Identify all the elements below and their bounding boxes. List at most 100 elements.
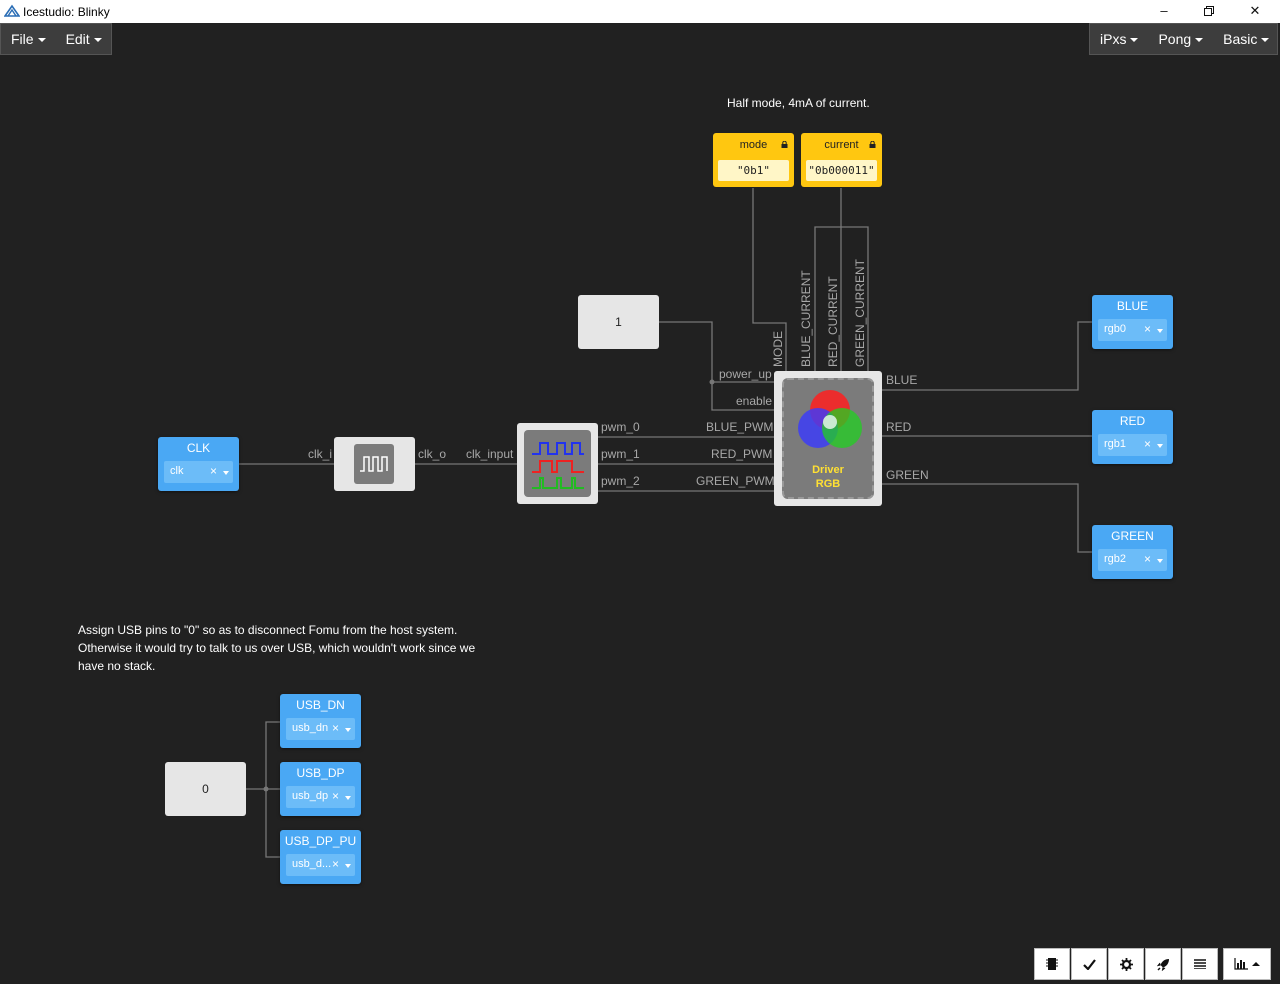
main-menu: File Edit [0, 23, 112, 55]
block-driver-rgb[interactable]: Driver RGB [774, 371, 882, 506]
input-clk-pin-select[interactable]: clk × [164, 461, 233, 483]
clear-icon[interactable]: × [1144, 322, 1151, 336]
caret-down-icon [1195, 38, 1204, 43]
port-power-up-label: power_up [719, 367, 772, 381]
menu-file[interactable]: File [1, 24, 56, 54]
port-green-current-label: GREEN_CURRENT [853, 258, 867, 367]
output-usb-dn-pin-select[interactable]: usb_dn × [286, 718, 355, 740]
output-red-pin-select[interactable]: rgb1 × [1098, 434, 1167, 456]
menu-basic[interactable]: Basic [1213, 24, 1279, 54]
output-usb-dp-pin-select[interactable]: usb_dp × [286, 786, 355, 808]
build-button[interactable] [1108, 948, 1144, 980]
port-red-pwm-label: RED_PWM [711, 447, 773, 461]
comment-usb: Assign USB pins to "0" so as to disconne… [78, 621, 475, 675]
port-blue-pwm-label: BLUE_PWM [706, 420, 774, 434]
port-green-label: GREEN [886, 468, 929, 482]
gear-icon [1119, 957, 1133, 971]
port-blue-label: BLUE [886, 373, 918, 387]
output-usb-dp-name: USB_DP [296, 766, 345, 780]
output-red[interactable]: RED rgb1 × [1092, 410, 1173, 464]
constant-usb[interactable]: 0 [165, 762, 246, 816]
menu-ipxs-label: iPxs [1100, 31, 1127, 47]
chevron-down-icon [345, 864, 351, 868]
comment-usb-line: have no stack. [78, 659, 156, 673]
driver-title: Driver RGB [784, 463, 872, 491]
constant-usb-value: 0 [202, 782, 209, 796]
wire-usb [246, 721, 281, 858]
param-current[interactable]: current "0b000011" [801, 133, 882, 187]
caret-down-icon [1261, 38, 1270, 43]
resources-button[interactable] [1223, 948, 1271, 980]
constant-power-value: 1 [615, 315, 622, 329]
output-green[interactable]: GREEN rgb2 × [1092, 525, 1173, 579]
comment-current: Half mode, 4mA of current. [727, 96, 870, 110]
port-clk-o-label: clk_o [418, 447, 447, 461]
pin-value: usb_dp [292, 790, 329, 802]
output-usb-dn-name: USB_DN [296, 698, 345, 712]
chip-icon [1046, 958, 1058, 970]
chevron-down-icon [345, 728, 351, 732]
log-button[interactable] [1182, 948, 1218, 980]
caret-up-icon [1252, 962, 1260, 966]
bottom-toolbar [1034, 948, 1272, 980]
pin-value: rgb2 [1104, 553, 1127, 565]
menu-edit[interactable]: Edit [56, 24, 112, 54]
pin-value: clk [170, 465, 184, 477]
output-red-name: RED [1119, 414, 1146, 428]
select-board-button[interactable] [1034, 948, 1070, 980]
port-pwm0-label: pwm_0 [601, 420, 640, 434]
clear-icon[interactable]: × [332, 857, 339, 871]
verify-button[interactable] [1071, 948, 1107, 980]
param-mode-value[interactable]: "0b1" [718, 160, 789, 181]
collections-menu: iPxs Pong Basic [1089, 23, 1278, 55]
port-pwm1-label: pwm_1 [601, 447, 640, 461]
output-green-pin-select[interactable]: rgb2 × [1098, 549, 1167, 571]
check-icon [1082, 958, 1096, 970]
upload-button[interactable] [1145, 948, 1181, 980]
square-wave-icon [354, 444, 394, 484]
pin-value: usb_d... [292, 858, 332, 870]
output-blue-pin-select[interactable]: rgb0 × [1098, 319, 1167, 341]
output-usb-dn[interactable]: USB_DN usb_dn × [280, 694, 361, 748]
menu-bar: File Edit iPxs Pong Basic [0, 23, 1280, 55]
pin-value: rgb0 [1104, 323, 1127, 335]
close-icon[interactable]: ✕ [1232, 0, 1278, 23]
caret-down-icon [1130, 38, 1139, 43]
menu-ipxs[interactable]: iPxs [1090, 24, 1148, 54]
lock-icon [781, 141, 788, 148]
chevron-down-icon [1157, 559, 1163, 563]
caret-down-icon [93, 38, 102, 43]
clear-icon[interactable]: × [1144, 437, 1151, 451]
input-clk[interactable]: CLK clk × [158, 437, 239, 491]
restore-icon[interactable] [1186, 0, 1232, 23]
clear-icon[interactable]: × [210, 464, 217, 478]
chevron-down-icon [223, 471, 229, 475]
driver-title-line1: Driver [812, 464, 844, 476]
port-green-pwm-label: GREEN_PWM [696, 474, 775, 488]
design-canvas[interactable]: Half mode, 4mA of current. mode "0b1" cu… [0, 55, 1280, 984]
clear-icon[interactable]: × [332, 789, 339, 803]
param-current-value[interactable]: "0b000011" [806, 160, 877, 181]
output-usb-dp[interactable]: USB_DP usb_dp × [280, 762, 361, 816]
block-prescaler[interactable] [334, 437, 415, 491]
pwm-waves-icon [524, 430, 591, 497]
port-clk-i-label: clk_i [308, 447, 333, 461]
clear-icon[interactable]: × [1144, 552, 1151, 566]
chevron-down-icon [345, 796, 351, 800]
port-mode-label: MODE [771, 331, 785, 367]
output-blue[interactable]: BLUE rgb0 × [1092, 295, 1173, 349]
output-usb-dp-pu-pin-select[interactable]: usb_d... × [286, 854, 355, 876]
clear-icon[interactable]: × [332, 721, 339, 735]
minimize-icon[interactable]: – [1141, 0, 1187, 23]
constant-power[interactable]: 1 [578, 295, 659, 349]
app-icon [4, 4, 20, 17]
lock-icon [869, 141, 876, 148]
menu-pong[interactable]: Pong [1148, 24, 1213, 54]
param-mode[interactable]: mode "0b1" [713, 133, 794, 187]
block-pwm[interactable] [517, 423, 598, 504]
chevron-down-icon [1157, 444, 1163, 448]
bar-chart-icon [1234, 958, 1248, 970]
wire-junction [263, 786, 269, 792]
comment-usb-line: Otherwise it would try to talk to us ove… [78, 641, 476, 655]
output-usb-dp-pu[interactable]: USB_DP_PU usb_d... × [280, 830, 361, 884]
